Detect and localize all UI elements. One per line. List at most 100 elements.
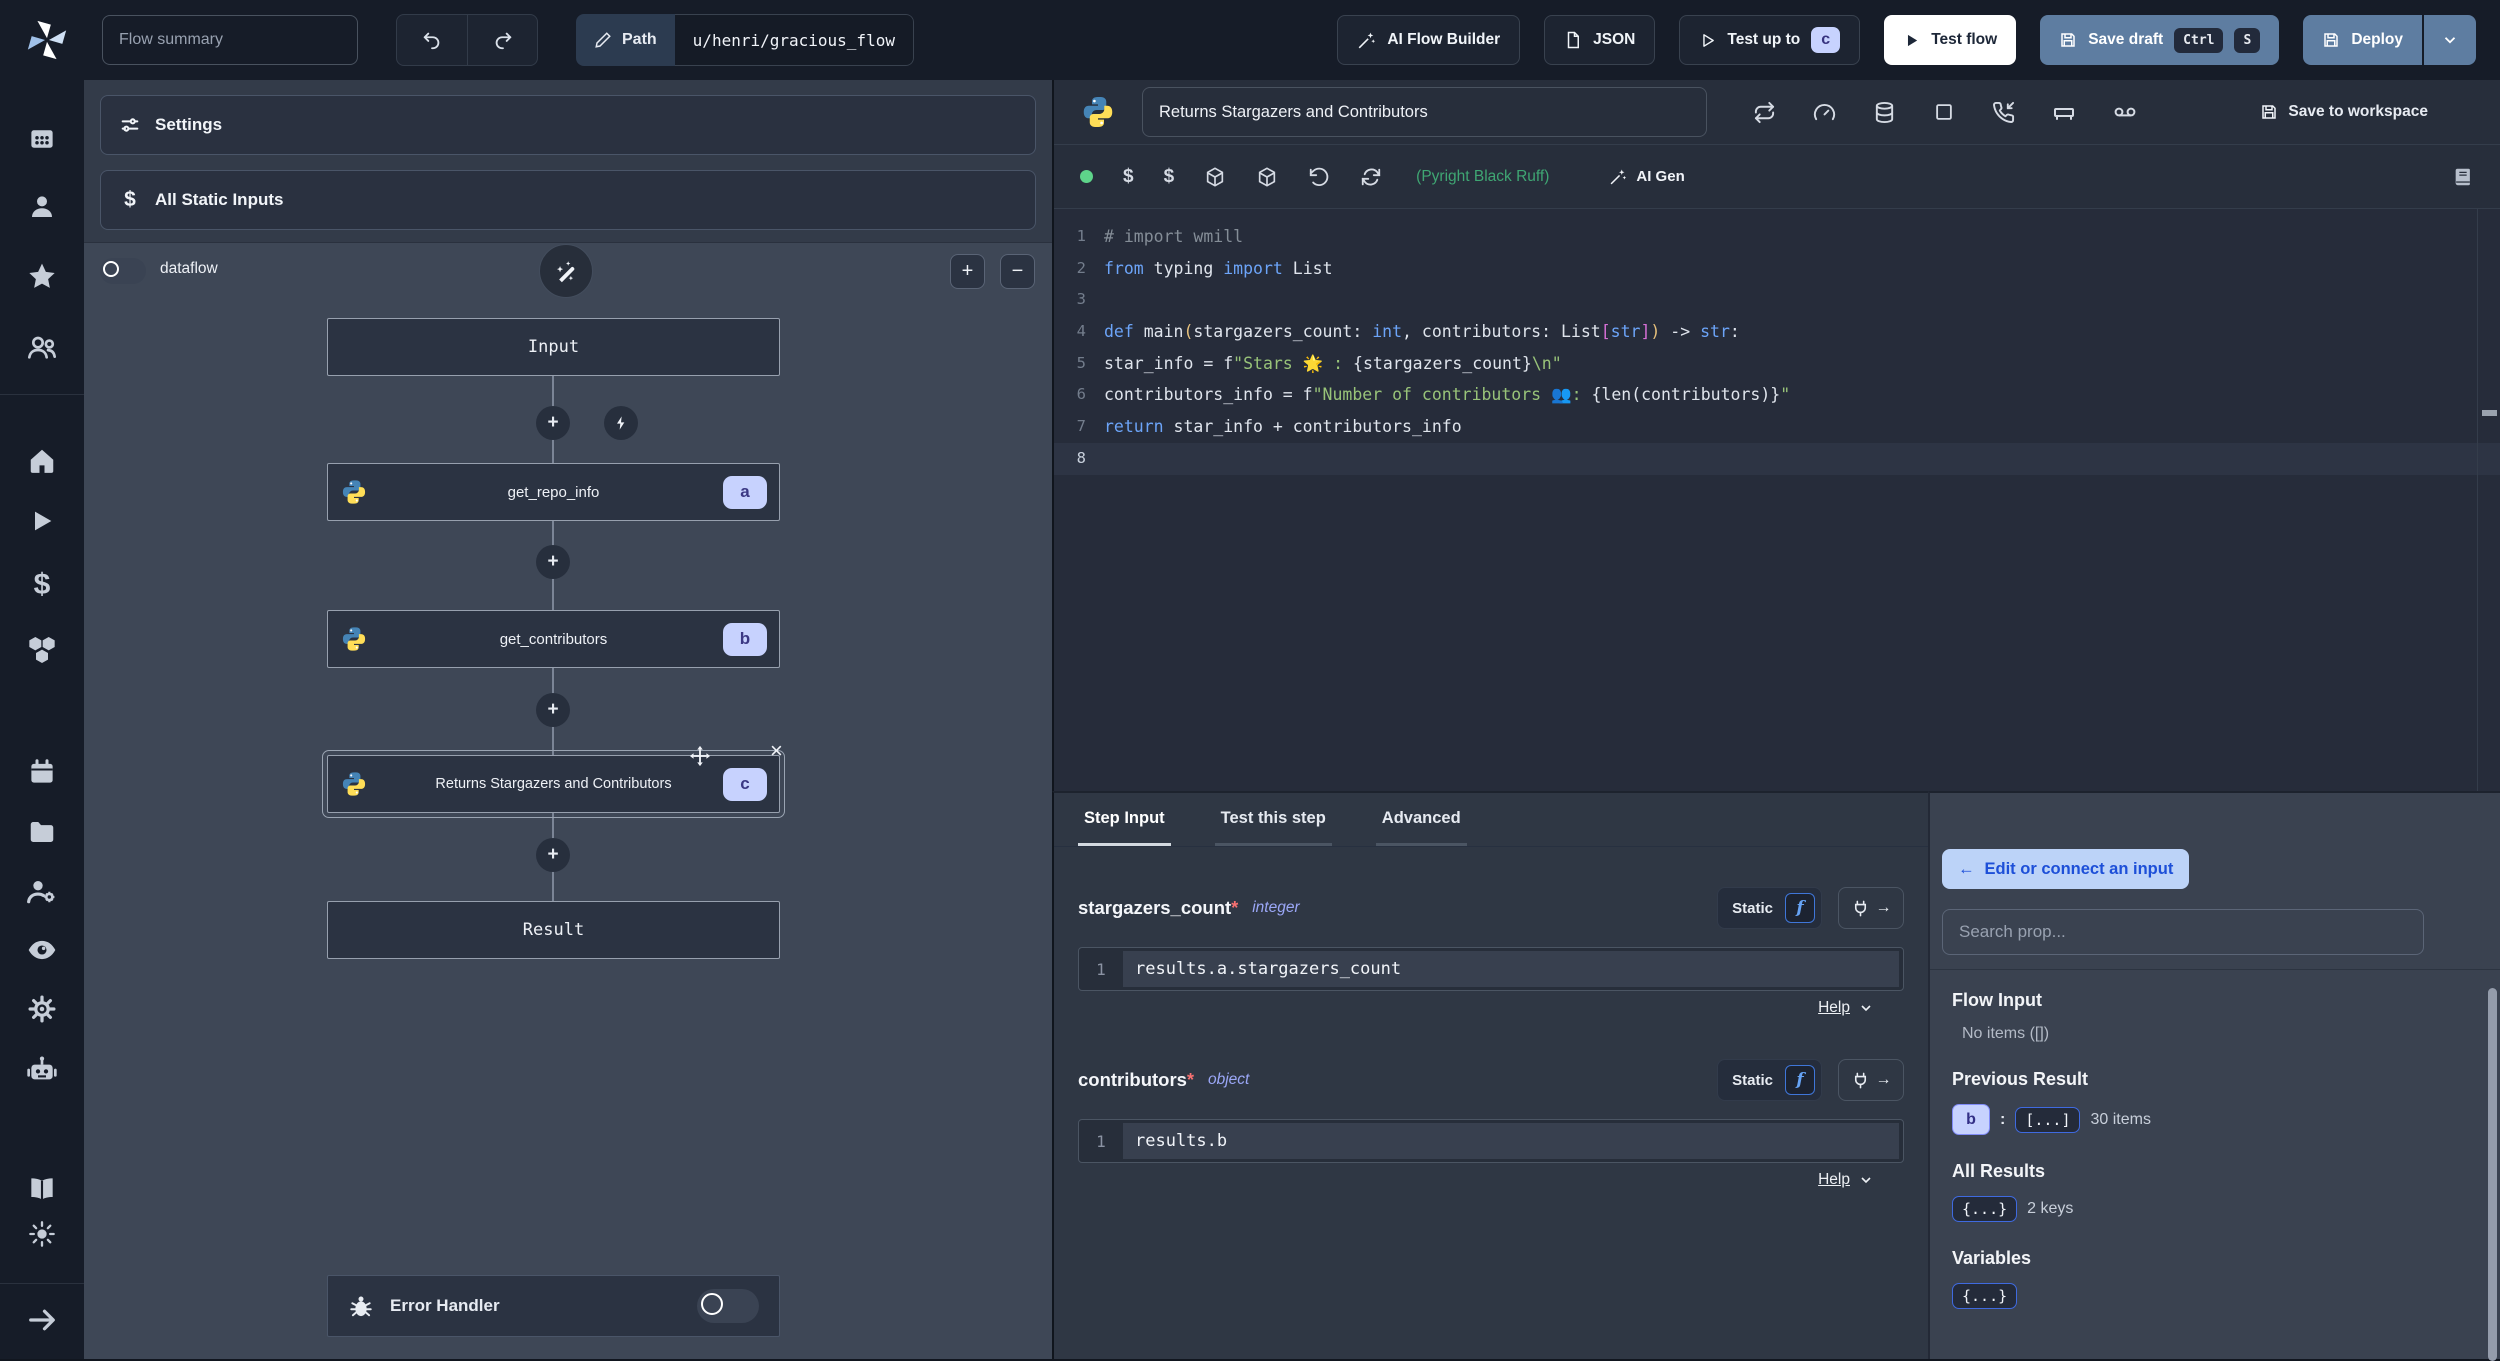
all-results-object-badge[interactable]: {...} [1952, 1196, 2018, 1222]
home-icon[interactable] [25, 444, 59, 478]
search-prop-input[interactable] [1942, 909, 2424, 955]
code-line[interactable]: 2 from typing import List [1054, 253, 2500, 285]
package-icon[interactable] [1204, 166, 1226, 188]
code-line[interactable]: 1 # import wmill [1054, 221, 2500, 253]
path-value[interactable]: u/henri/gracious_flow [674, 14, 914, 66]
library-book-icon[interactable] [2452, 166, 2474, 188]
code-line[interactable]: 5 star_info = f"Stars 🌟 : {stargazers_co… [1054, 348, 2500, 380]
reload-icon[interactable] [1360, 166, 1382, 188]
suspend-phone-incoming-icon[interactable] [1992, 101, 2015, 124]
sleep-bed-icon[interactable] [2052, 100, 2076, 124]
resource-picker-icon[interactable]: $ [1164, 166, 1175, 188]
code-line[interactable]: 6 contributors_info = f"Number of contri… [1054, 379, 2500, 411]
mock-voicemail-icon[interactable] [2113, 100, 2137, 124]
all-static-inputs-button[interactable]: $ All Static Inputs [100, 170, 1036, 230]
previous-result-key-badge[interactable]: b [1952, 1104, 1990, 1135]
tab-step-input[interactable]: Step Input [1078, 793, 1171, 846]
code-line[interactable]: 8 [1054, 442, 2500, 475]
package-lock-icon[interactable] [1256, 166, 1278, 188]
dataflow-toggle[interactable] [100, 258, 146, 284]
flow-node-step-c-selected[interactable]: Returns Stargazers and Contributors c [322, 750, 785, 818]
help-link[interactable]: Help [1818, 999, 1850, 1017]
delete-node-button[interactable]: × [770, 740, 783, 762]
flow-node-result[interactable]: Result [327, 901, 780, 959]
docs-book-icon[interactable] [25, 1172, 59, 1206]
add-step-button[interactable]: + [536, 693, 570, 727]
zoom-in-button[interactable]: + [950, 254, 985, 289]
code-line[interactable]: 7 return star_info + contributors_info [1054, 411, 2500, 443]
panel-scrollbar[interactable] [2488, 988, 2497, 1361]
groups-icon[interactable] [25, 331, 59, 365]
undo-button[interactable] [397, 15, 467, 65]
test-up-to-button[interactable]: Test up to c [1679, 15, 1861, 65]
move-node-handle[interactable] [689, 745, 711, 767]
expr-input-stargazers[interactable]: 1 results.a.stargazers_count [1078, 947, 1904, 991]
code-line[interactable]: 3 [1054, 284, 2500, 316]
windmill-logo[interactable] [24, 17, 70, 63]
javascript-expr-icon[interactable]: f [1785, 893, 1815, 923]
error-handler-node[interactable]: Error Handler [327, 1275, 780, 1337]
workspace-icon[interactable] [25, 122, 59, 156]
expr-input-contributors[interactable]: 1 results.b [1078, 1119, 1904, 1163]
variables-object-badge[interactable]: {...} [1952, 1283, 2018, 1309]
add-step-button[interactable]: + [536, 545, 570, 579]
code-editor[interactable]: 1 # import wmill 2 from typing import List 3… [1054, 209, 2500, 791]
input-mode-toggle[interactable]: Static f [1717, 1059, 1822, 1101]
code-line[interactable]: 4 def main(stargazers_count: int, contrib… [1054, 316, 2500, 348]
runs-play-icon[interactable] [25, 504, 59, 538]
lint-assistants-label[interactable]: (Pyright Black Ruff) [1416, 168, 1549, 186]
workers-robot-icon[interactable] [25, 1053, 59, 1087]
path-chip[interactable]: Path u/henri/gracious_flow [576, 14, 914, 66]
editor-scrollbar[interactable] [2477, 209, 2500, 791]
help-link[interactable]: Help [1818, 1171, 1850, 1189]
connect-input-button[interactable]: → [1838, 1059, 1904, 1101]
audit-eye-icon[interactable] [25, 933, 59, 967]
javascript-expr-icon[interactable]: f [1785, 1065, 1815, 1095]
flow-node-step-b[interactable]: get_contributors b [327, 610, 780, 668]
chevron-down-icon[interactable] [1858, 1172, 1874, 1188]
theme-sun-icon[interactable] [25, 1217, 59, 1251]
tab-test-this-step[interactable]: Test this step [1214, 793, 1332, 846]
flow-summary-input[interactable] [102, 15, 358, 65]
settings-gear-icon[interactable] [25, 992, 59, 1026]
flow-node-input[interactable]: Input [327, 318, 780, 376]
flow-settings-button[interactable]: Settings [100, 95, 1036, 155]
variables-dollar-icon[interactable]: $ [25, 568, 59, 602]
zoom-out-button[interactable]: − [1000, 254, 1035, 289]
json-button[interactable]: JSON [1544, 15, 1656, 65]
input-mode-toggle[interactable]: Static f [1717, 887, 1822, 929]
cache-database-icon[interactable] [1873, 101, 1896, 124]
tab-advanced[interactable]: Advanced [1375, 793, 1467, 846]
error-handler-toggle[interactable] [697, 1289, 759, 1323]
step-title-input[interactable] [1142, 87, 1707, 137]
favorites-star-icon[interactable] [25, 260, 59, 294]
ai-wand-button[interactable] [539, 244, 593, 298]
add-step-button[interactable]: + [536, 838, 570, 872]
flow-node-step-a[interactable]: get_repo_info a [327, 463, 780, 521]
folders-icon[interactable] [25, 815, 59, 849]
trigger-button[interactable] [604, 406, 638, 440]
history-icon[interactable] [1308, 166, 1330, 188]
concurrency-gauge-icon[interactable] [1813, 101, 1836, 124]
expand-arrow-icon[interactable] [25, 1303, 59, 1337]
add-step-button[interactable]: + [536, 406, 570, 440]
previous-result-array-badge[interactable]: [...] [2015, 1106, 2081, 1133]
redo-button[interactable] [467, 15, 537, 65]
resources-boxes-icon[interactable] [25, 632, 59, 666]
schedules-calendar-icon[interactable] [25, 755, 59, 789]
ai-gen-button[interactable]: AI Gen [1609, 168, 1685, 186]
retries-repeat-icon[interactable] [1753, 101, 1776, 124]
edit-or-connect-button[interactable]: ← Edit or connect an input [1942, 849, 2190, 889]
chevron-down-icon[interactable] [1858, 1000, 1874, 1016]
user-icon[interactable] [25, 190, 59, 224]
deploy-menu-button[interactable] [2424, 15, 2476, 65]
test-flow-button[interactable]: Test flow [1884, 15, 2017, 65]
early-stop-square-icon[interactable] [1933, 101, 1955, 123]
save-to-workspace-button[interactable]: Save to workspace [2260, 103, 2428, 121]
ai-flow-builder-button[interactable]: AI Flow Builder [1337, 15, 1521, 65]
groups-settings-icon[interactable] [25, 874, 59, 908]
deploy-button[interactable]: Deploy [2303, 15, 2422, 65]
variable-picker-icon[interactable]: $ [1123, 166, 1134, 188]
connect-input-button[interactable]: → [1838, 887, 1904, 929]
save-draft-button[interactable]: Save draft Ctrl S [2040, 15, 2280, 65]
